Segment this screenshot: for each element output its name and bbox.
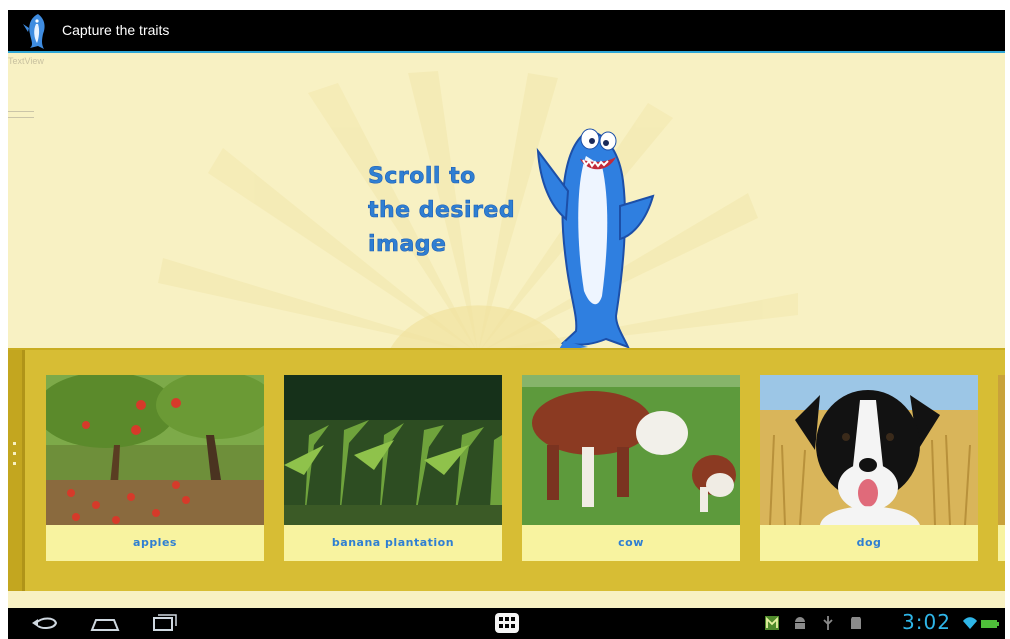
gallery-item-dog[interactable]: dog xyxy=(760,375,978,561)
shark-mascot xyxy=(536,128,655,351)
item-label: cow xyxy=(618,536,644,549)
home-icon[interactable] xyxy=(88,612,122,634)
recent-apps-icon[interactable] xyxy=(146,612,180,634)
grip-icon xyxy=(12,442,18,482)
apples-image xyxy=(46,375,264,525)
gallery-item-cow[interactable]: cow xyxy=(522,375,740,561)
partial-image xyxy=(998,375,1005,525)
sd-card-icon[interactable] xyxy=(848,614,864,632)
instruction-line-3: image xyxy=(368,232,447,258)
android-icon[interactable] xyxy=(792,614,808,632)
item-label: apples xyxy=(133,536,177,549)
battery-icon[interactable] xyxy=(980,614,1000,632)
instruction-line-1: Scroll to xyxy=(368,164,476,190)
main-content: TextView Scroll to the desired image app… xyxy=(8,53,1005,608)
apps-grid-icon[interactable] xyxy=(490,612,524,634)
status-clock: 3:02 xyxy=(902,610,951,634)
gallery-item-apples[interactable]: apples xyxy=(46,375,264,561)
instruction-line-2: the desired xyxy=(368,198,516,224)
gallery-item-banana-plantation[interactable]: banana plantation xyxy=(284,375,502,561)
system-nav-bar: 3:02 xyxy=(8,608,1005,639)
image-gallery[interactable]: apples banana plantation cow dog xyxy=(8,348,1005,591)
dog-image xyxy=(760,375,978,525)
app-window: Capture the traits TextView Scroll to th… xyxy=(8,10,1005,639)
gallery-item-partial[interactable] xyxy=(998,375,1005,561)
back-icon[interactable] xyxy=(28,612,62,634)
wifi-icon[interactable] xyxy=(962,614,978,632)
item-label: banana plantation xyxy=(331,536,455,549)
scroll-instruction: Scroll to the desired image xyxy=(368,160,515,262)
gallery-drag-handle[interactable] xyxy=(8,350,25,591)
app-title: Capture the traits xyxy=(62,22,170,38)
shark-logo-icon[interactable] xyxy=(20,12,56,50)
banana-plantation-image xyxy=(284,375,502,525)
cow-image xyxy=(522,375,740,525)
action-bar: Capture the traits xyxy=(8,10,1005,53)
usb-icon[interactable] xyxy=(820,614,836,632)
notification-m-icon[interactable] xyxy=(764,614,780,632)
item-label: dog xyxy=(856,536,882,549)
